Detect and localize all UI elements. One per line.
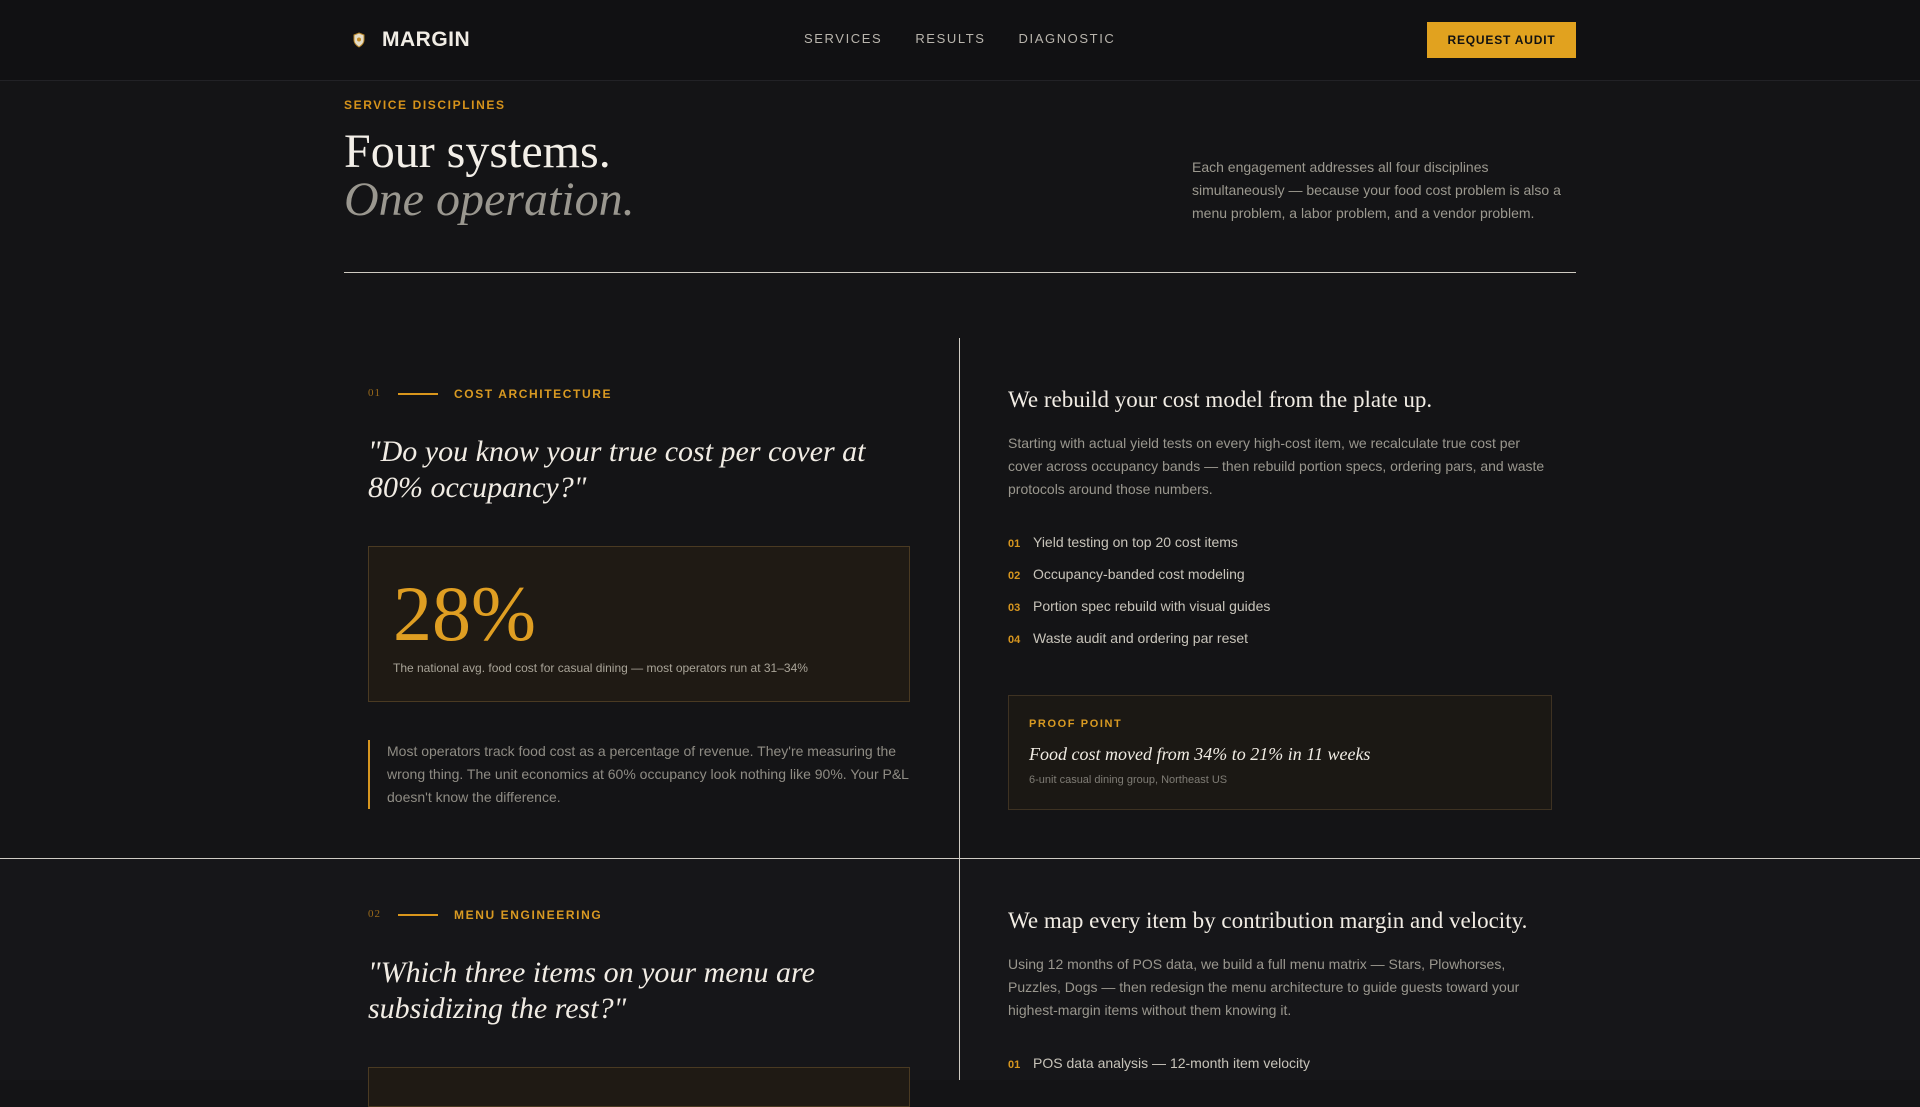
proof-heading: Food cost moved from 34% to 21% in 11 we… bbox=[1029, 744, 1371, 764]
shield-logo-icon bbox=[350, 31, 368, 49]
column-divider bbox=[959, 338, 960, 1080]
nav-link-diagnostic[interactable]: DIAGNOSTIC bbox=[1019, 31, 1116, 46]
list-item: 01 POS data analysis — 12-month item vel… bbox=[1008, 1055, 1310, 1087]
list-item-number: 01 bbox=[1008, 1059, 1021, 1071]
section-body: Starting with actual yield tests on ever… bbox=[1008, 435, 1545, 497]
callout-note: Most operators track food cost as a perc… bbox=[368, 740, 910, 809]
section-number: 02 bbox=[368, 908, 381, 920]
header-divider bbox=[344, 272, 1576, 273]
list-item: 01 Yield testing on top 20 cost items bbox=[1008, 534, 1270, 566]
list-item: 03 Portion spec rebuild with visual guid… bbox=[1008, 598, 1270, 630]
list-item-text: Portion spec rebuild with visual guides bbox=[1033, 598, 1271, 614]
list-item-number: 01 bbox=[1008, 538, 1021, 550]
request-audit-button[interactable]: REQUEST AUDIT bbox=[1427, 22, 1576, 58]
page-title: Four systems. bbox=[344, 125, 611, 178]
list-item: 02 Occupancy-banded cost modeling bbox=[1008, 566, 1270, 598]
section-label: MENU ENGINEERING bbox=[454, 908, 603, 922]
deliverables-list: 01 POS data analysis — 12-month item vel… bbox=[1008, 1055, 1310, 1087]
stat-value: 28% bbox=[393, 570, 536, 657]
list-item-text: Yield testing on top 20 cost items bbox=[1033, 534, 1238, 550]
proof-point-card: PROOF POINT Food cost moved from 34% to … bbox=[1008, 695, 1552, 810]
list-item: 04 Waste audit and ordering par reset bbox=[1008, 630, 1270, 662]
list-item-number: 04 bbox=[1008, 634, 1021, 646]
section-body: Using 12 months of POS data, we build a … bbox=[1008, 956, 1520, 1018]
list-item-number: 03 bbox=[1008, 602, 1021, 614]
label-dash bbox=[398, 914, 438, 916]
stat-card: 28% The national avg. food cost for casu… bbox=[368, 546, 910, 702]
section-heading: We map every item by contribution margin… bbox=[1008, 908, 1528, 933]
section-number: 01 bbox=[368, 387, 381, 399]
deliverables-list: 01 Yield testing on top 20 cost items 02… bbox=[1008, 534, 1270, 662]
nav-link-results[interactable]: RESULTS bbox=[915, 31, 985, 46]
list-item-number: 02 bbox=[1008, 570, 1021, 582]
section-heading: We rebuild your cost model from the plat… bbox=[1008, 387, 1433, 412]
section-label: COST ARCHITECTURE bbox=[454, 387, 613, 401]
list-item-text: Waste audit and ordering par reset bbox=[1033, 630, 1249, 646]
nav-link-services[interactable]: SERVICES bbox=[804, 31, 882, 46]
nav-links: SERVICES RESULTS DIAGNOSTIC bbox=[804, 31, 1115, 46]
section-quote: "Do you know your true cost per cover at… bbox=[368, 435, 866, 504]
proof-label: PROOF POINT bbox=[1029, 718, 1123, 730]
list-item-text: POS data analysis — 12-month item veloci… bbox=[1033, 1055, 1311, 1071]
stat-caption: The national avg. food cost for casual d… bbox=[393, 661, 808, 675]
section-divider bbox=[0, 858, 1920, 859]
section-quote: "Which three items on your menu are subs… bbox=[368, 956, 815, 1025]
section-2-background bbox=[0, 859, 1920, 1080]
list-item-text: Occupancy-banded cost modeling bbox=[1033, 566, 1245, 582]
label-dash bbox=[398, 393, 438, 395]
top-nav: MARGIN SERVICES RESULTS DIAGNOSTIC REQUE… bbox=[0, 0, 1920, 81]
proof-subtext: 6-unit casual dining group, Northeast US bbox=[1029, 774, 1228, 786]
intro-paragraph: Each engagement addresses all four disci… bbox=[1192, 159, 1561, 221]
stat-card bbox=[368, 1067, 910, 1107]
page-subtitle: One operation. bbox=[344, 173, 635, 226]
brand-name: MARGIN bbox=[382, 28, 471, 51]
section-eyebrow: SERVICE DISCIPLINES bbox=[344, 98, 506, 112]
brand-logo[interactable]: MARGIN bbox=[350, 28, 470, 52]
